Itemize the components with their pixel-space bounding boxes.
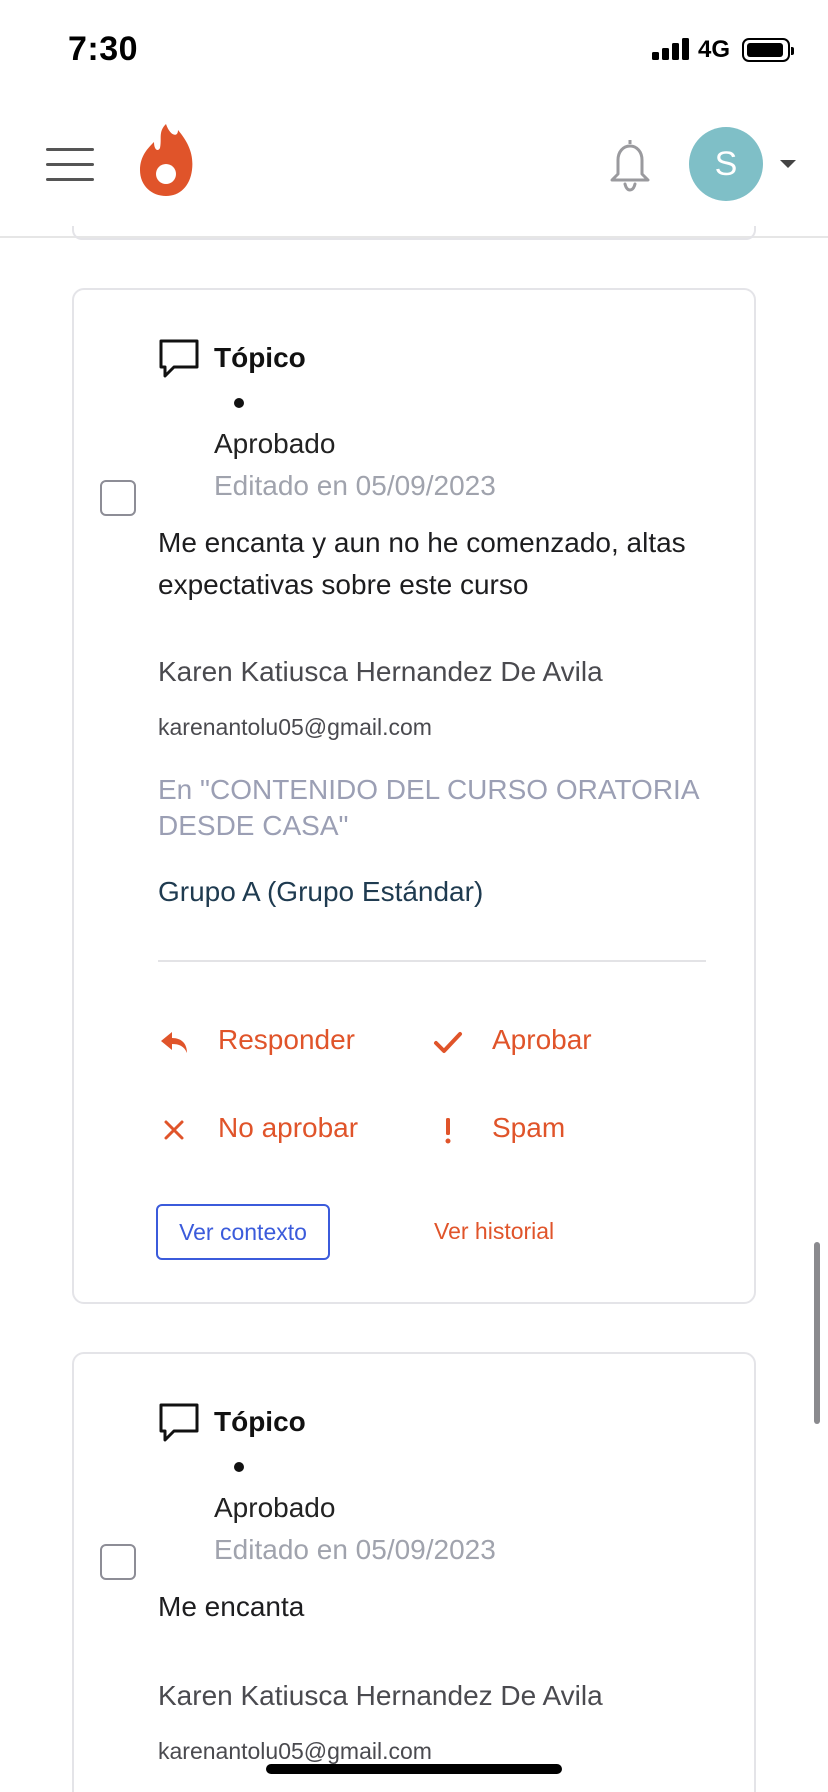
status-bar: 7:30 4G	[0, 0, 828, 100]
post-type-label: Tópico	[214, 342, 306, 373]
bell-icon[interactable]	[606, 136, 654, 192]
exclamation-icon	[445, 1118, 451, 1144]
avatar[interactable]: S	[689, 127, 763, 201]
post-type-label: Tópico	[214, 1406, 306, 1437]
view-history-link[interactable]: Ver historial	[434, 1218, 554, 1245]
author-email: karenantolu05@gmail.com	[158, 714, 432, 740]
select-checkbox[interactable]	[100, 480, 136, 516]
status-label: Aprobado	[214, 428, 336, 459]
battery-icon	[742, 38, 794, 62]
caret-down-icon[interactable]	[780, 160, 796, 168]
menu-icon[interactable]	[46, 146, 94, 182]
select-checkbox[interactable]	[100, 1544, 136, 1580]
author-name: Karen Katiusca Hernandez De Avila	[158, 1680, 603, 1711]
reply-label: Responder	[218, 1024, 355, 1055]
status-bullet	[234, 398, 244, 408]
approve-label: Aprobar	[492, 1024, 592, 1055]
check-icon	[434, 1032, 462, 1053]
flame-logo-icon[interactable]	[138, 122, 194, 198]
spam-button[interactable]: Spam	[432, 1108, 592, 1152]
approve-button[interactable]: Aprobar	[432, 1020, 612, 1064]
view-context-button[interactable]: Ver contexto	[156, 1204, 330, 1260]
status-label: Aprobado	[214, 1492, 336, 1523]
status-bullet	[234, 1462, 244, 1472]
previous-card-edge	[72, 226, 756, 240]
author-email: karenantolu05@gmail.com	[158, 1738, 432, 1764]
comment-card: Tópico Aprobado Editado en 05/09/2023 Me…	[72, 1352, 756, 1792]
spam-label: Spam	[492, 1112, 566, 1143]
edited-date: Editado en 05/09/2023	[214, 1534, 496, 1565]
course-link[interactable]: En "CONTENIDO DEL CURSO ORATORIA DESDE C…	[158, 772, 718, 844]
chat-bubble-icon	[159, 1403, 199, 1442]
divider	[158, 960, 706, 962]
edited-date: Editado en 05/09/2023	[214, 470, 496, 501]
author-name: Karen Katiusca Hernandez De Avila	[158, 656, 603, 687]
reply-icon	[161, 1032, 187, 1053]
app-header: S	[0, 100, 828, 238]
reject-label: No aprobar	[218, 1112, 359, 1143]
comment-body: Me encanta	[158, 1591, 305, 1622]
home-indicator[interactable]	[266, 1764, 562, 1774]
reply-button[interactable]: Responder	[158, 1020, 358, 1064]
group-label: Grupo A (Grupo Estándar)	[158, 876, 484, 907]
chat-bubble-icon	[159, 339, 199, 378]
scroll-indicator[interactable]	[814, 1242, 820, 1424]
close-icon	[164, 1120, 184, 1140]
signal-icon	[652, 38, 690, 60]
comment-body: Me encanta y aun no he comenzado, altas …	[158, 527, 686, 600]
comment-card: Tópico Aprobado Editado en 05/09/2023 Me…	[72, 288, 756, 1304]
status-time: 7:30	[68, 30, 139, 68]
reject-button[interactable]: No aprobar	[158, 1108, 378, 1152]
network-label: 4G	[698, 36, 731, 63]
